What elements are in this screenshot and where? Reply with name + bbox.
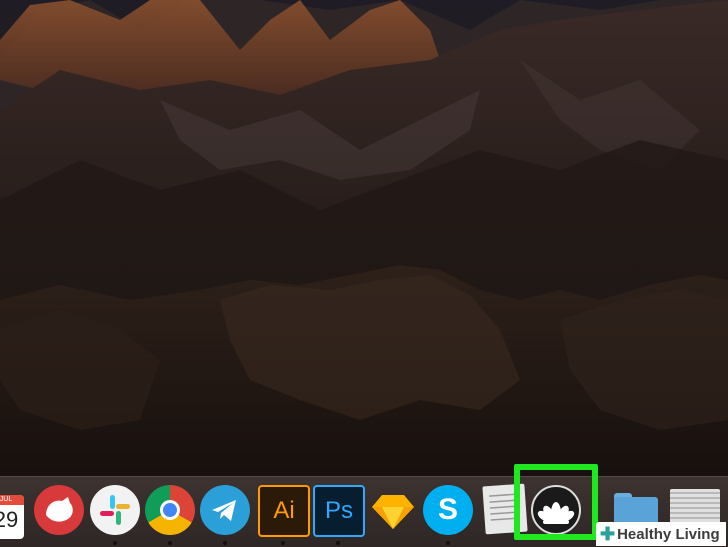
dock-item-bear[interactable]: [34, 485, 84, 535]
running-indicator: [223, 541, 227, 545]
watermark-badge: ✚ Healthy Living: [596, 522, 726, 546]
running-indicator: [168, 541, 172, 545]
watermark-text: Healthy Living: [617, 525, 720, 543]
sketch-icon: [372, 495, 414, 529]
calendar-day: 29: [0, 507, 19, 532]
photoshop-icon: Ps: [313, 485, 365, 537]
dock-item-photoshop[interactable]: Ps: [313, 485, 365, 545]
dock-item-slack[interactable]: [90, 485, 140, 545]
wallpaper-dim-overlay: [0, 0, 728, 476]
running-indicator: [281, 541, 285, 545]
dock-item-telegram[interactable]: [200, 485, 250, 545]
dock-item-sketch[interactable]: [368, 485, 418, 535]
running-indicator: [336, 541, 340, 545]
chrome-icon: [145, 485, 195, 535]
slack-icon: [90, 485, 140, 535]
illustrator-icon: Ai: [258, 485, 310, 537]
dock-item-skype[interactable]: S: [423, 485, 473, 545]
calendar-month: JUL: [0, 495, 24, 505]
running-indicator: [446, 541, 450, 545]
highlight-box: [514, 464, 598, 540]
bear-icon: [34, 485, 84, 535]
calendar-icon: JUL 29: [0, 495, 24, 539]
running-indicator: [113, 541, 117, 545]
dock-item-illustrator[interactable]: Ai: [258, 485, 310, 545]
dock-item-chrome[interactable]: [145, 485, 195, 545]
photoshop-label: Ps: [324, 497, 353, 524]
illustrator-label: Ai: [273, 497, 295, 524]
plus-icon: ✚: [600, 524, 616, 544]
skype-icon: S: [423, 485, 473, 535]
telegram-icon: [200, 485, 250, 535]
